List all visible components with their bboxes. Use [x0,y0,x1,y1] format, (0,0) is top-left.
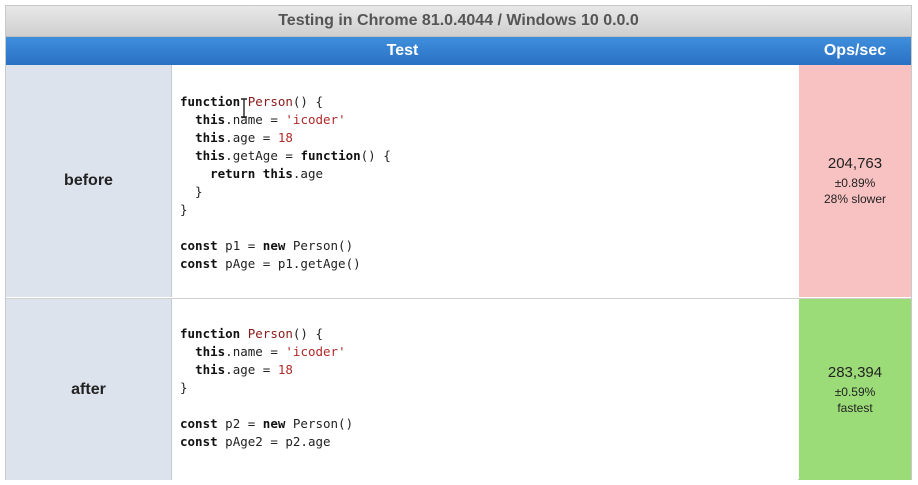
code-line: this.name = 'icoder' [195,344,346,359]
header-test: Test [386,42,419,59]
code-line: } [180,184,203,199]
ops-value: 204,763 [827,155,883,172]
test-label-after: after [6,299,172,480]
benchmark-results-table: Testing in Chrome 81.0.4044 / Windows 10… [5,5,912,480]
code-line: this.getAge = function() { [195,148,391,163]
ops-status: 28% slower [823,192,887,206]
code-line: this.age = 18 [195,130,293,145]
code-block-after: function Person() { this.name = 'icoder'… [180,325,353,451]
ops-status: fastest [837,400,873,415]
ops-cell-after: 283,394 ±0.59% fastest [799,299,911,480]
code-line: const pAge2 = p2.age [180,434,331,449]
table-row-before: before function Person() { this.name = '… [6,65,911,297]
code-line: } [180,380,188,395]
code-line: function Person() { [180,326,324,341]
table-row-after: after function Person() { this.name = 'i… [6,298,911,480]
code-cell-after[interactable]: function Person() { this.name = 'icoder'… [172,299,798,480]
code-line: const p2 = new Person() [180,416,354,431]
code-cell-before[interactable]: function Person() { this.name = 'icoder'… [172,65,798,297]
code-line: return this.age [210,166,324,181]
code-line: const p1 = new Person() [180,238,354,253]
ops-margin: ±0.89% [834,176,876,190]
ops-value: 283,394 [827,363,883,381]
ops-cell-before: 204,763 ±0.89% 28% slower [799,65,911,297]
code-line: const pAge = p1.getAge() [180,256,361,271]
code-block-before: function Person() { this.name = 'icoder'… [180,93,391,273]
table-header: Test Ops/sec [6,37,911,65]
code-line: function Person() { [180,94,324,109]
browser-info-title: Testing in Chrome 81.0.4044 / Windows 10… [6,6,911,37]
test-label-before: before [6,65,172,297]
ops-margin: ±0.59% [834,384,876,399]
code-line: } [180,202,188,217]
code-line: this.age = 18 [195,362,293,377]
header-ops-sec: Ops/sec [823,42,887,59]
code-line: this.name = 'icoder' [195,112,346,127]
